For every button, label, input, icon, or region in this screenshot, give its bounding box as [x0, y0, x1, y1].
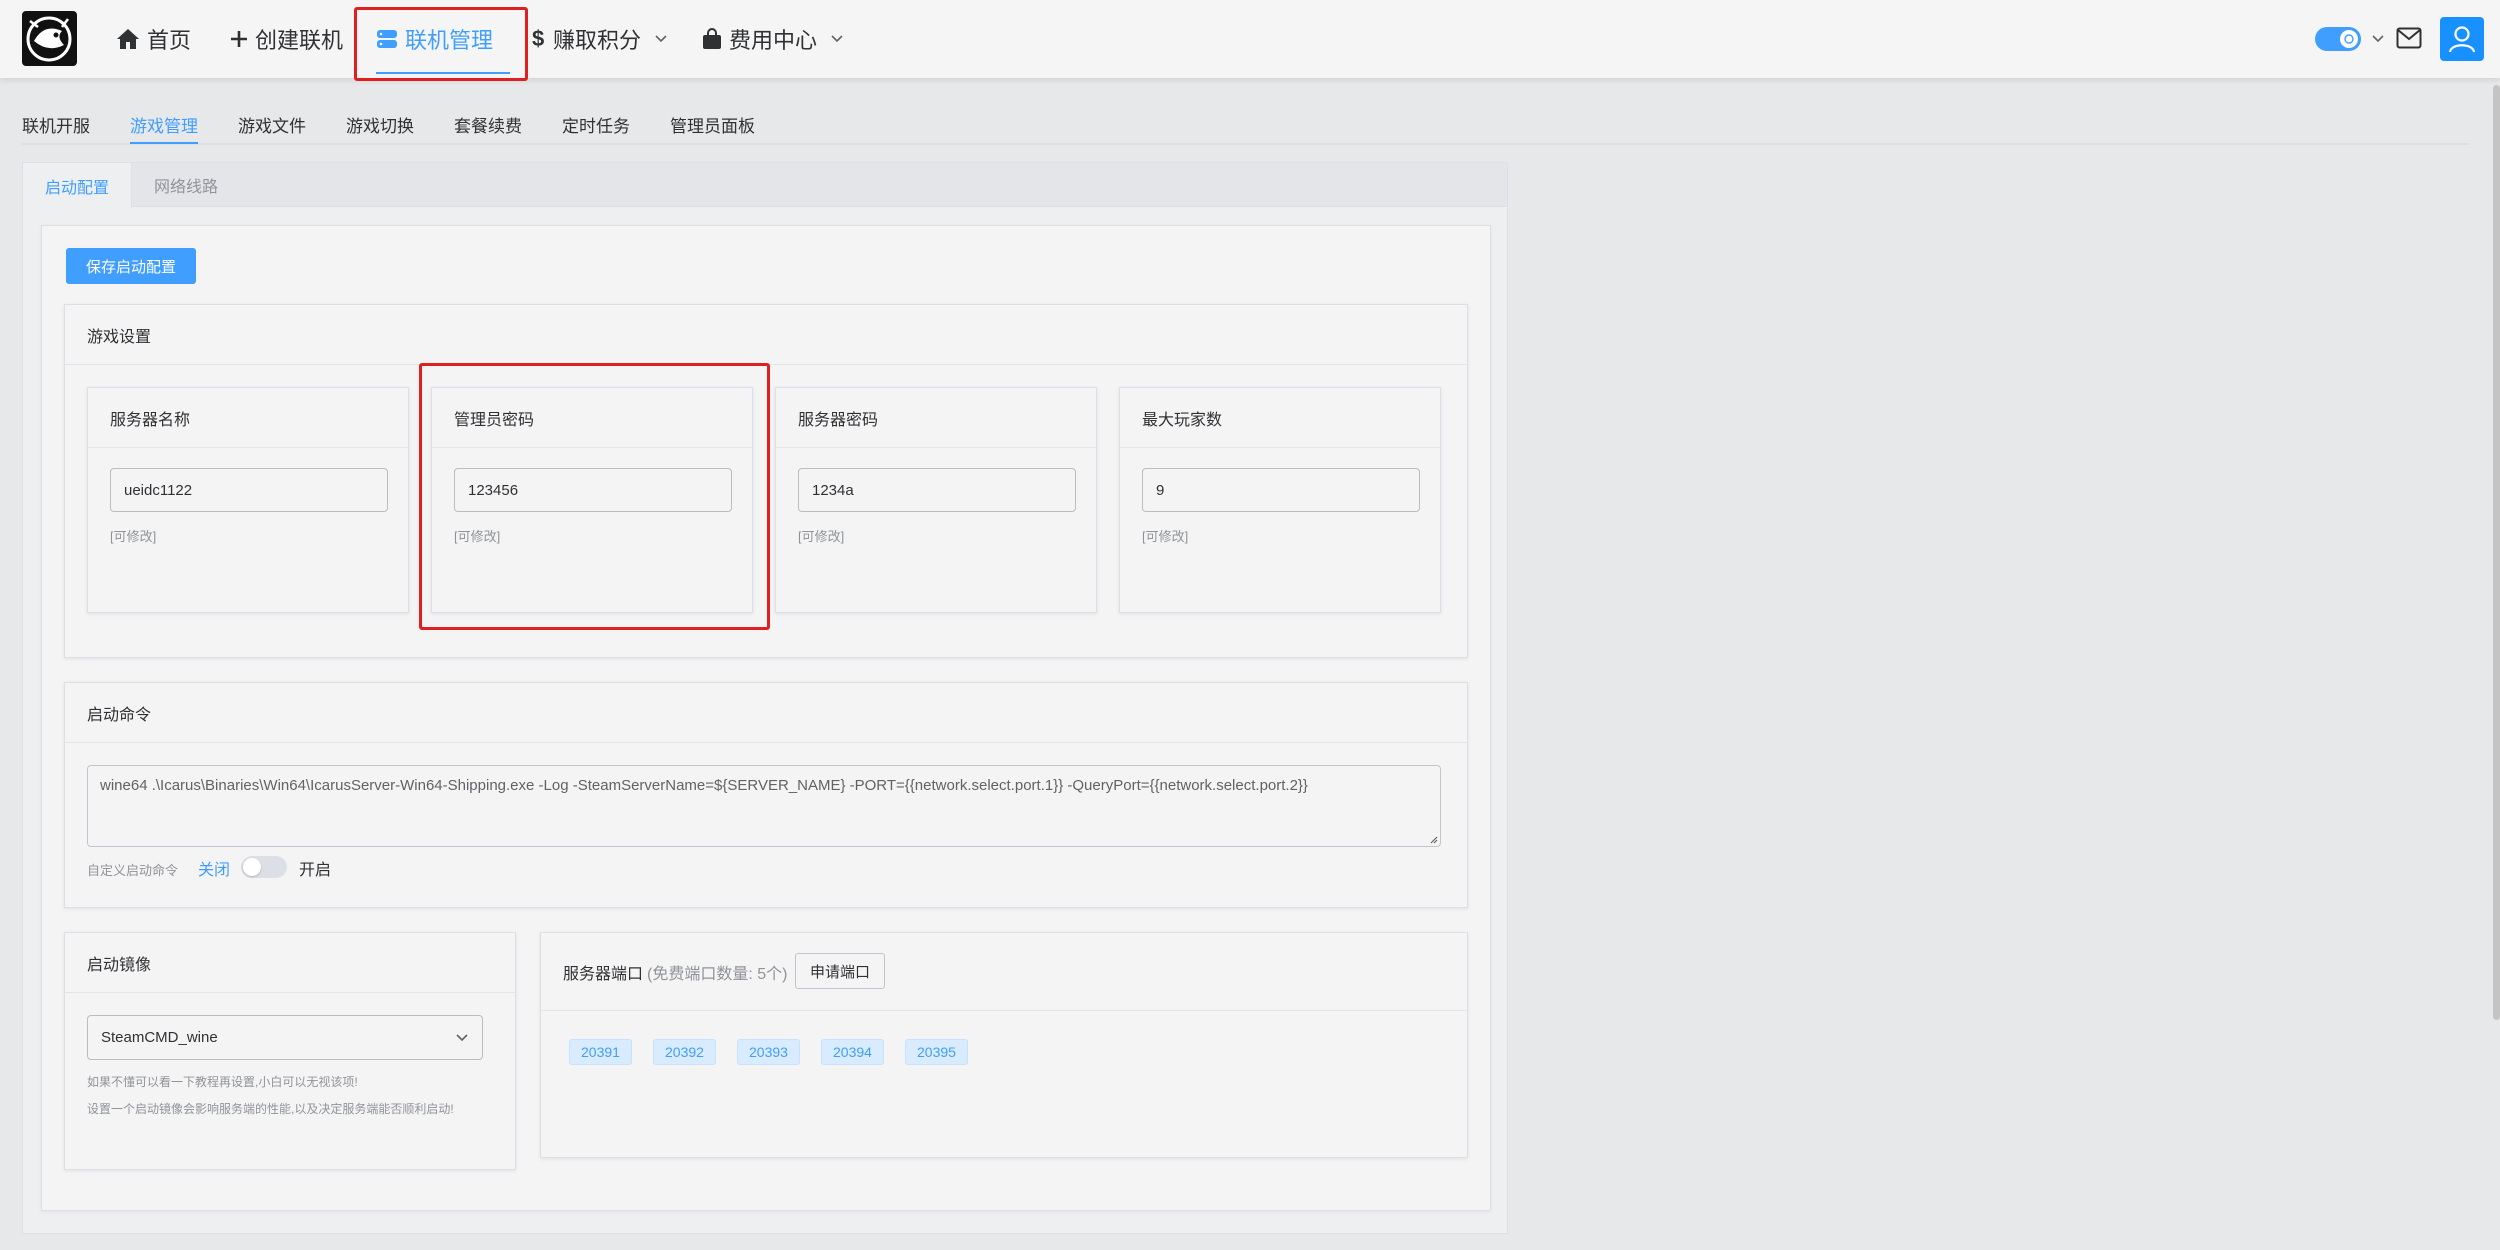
nav-create[interactable]: 创建联机: [230, 0, 343, 78]
server-password-input[interactable]: 1234a: [798, 468, 1076, 512]
card-tabs: 启动配置 网络线路: [23, 163, 1507, 208]
admin-password-label: 管理员密码: [432, 388, 752, 448]
server-name-label: 服务器名称: [88, 388, 408, 448]
max-players-hint: [可修改]: [1142, 529, 1189, 544]
user-avatar-button[interactable]: [2440, 17, 2484, 61]
launch-image-hint-2: 设置一个启动镜像会影响服务端的性能,以及决定服务端能否顺利启动!: [87, 1102, 454, 1116]
nav-home-label: 首页: [147, 28, 192, 53]
custom-command-label: 自定义启动命令: [87, 863, 179, 878]
nav-manage[interactable]: 联机管理: [376, 0, 510, 78]
launch-image-panel: 启动镜像 SteamCMD_wine 如果不懂可以看一下教程再设置,小白可以无视…: [64, 932, 516, 1170]
theme-toggle[interactable]: [2315, 27, 2361, 51]
max-players-card: 最大玩家数 9 [可修改]: [1119, 387, 1441, 613]
server-ports-header: 服务器端口 (免费端口数量: 5个): [541, 933, 1467, 1011]
server-password-hint: [可修改]: [798, 529, 845, 544]
tab-launch-config[interactable]: 启动配置: [23, 163, 132, 208]
mail-icon[interactable]: [2396, 27, 2422, 49]
launch-command-text: wine64 .\Icarus\Binaries\Win64\IcarusSer…: [100, 777, 1308, 794]
nav-create-label: 创建联机: [255, 28, 344, 53]
server-ports-panel: 服务器端口 (免费端口数量: 5个) 申请端口 20391 20392 2039…: [540, 932, 1468, 1158]
chevron-down-icon: [831, 35, 843, 43]
chevron-down-icon: [456, 1034, 468, 1042]
switch-knob: [243, 858, 261, 876]
server-password-card: 服务器密码 1234a [可修改]: [775, 387, 1097, 613]
top-navbar: 首页 创建联机 联机管理 $ 赚取积分 费用中心: [0, 0, 2500, 81]
nav-home[interactable]: 首页: [116, 0, 191, 78]
server-ports-subtitle: (免费端口数量: 5个): [647, 965, 788, 983]
admin-password-card: 管理员密码 123456 [可修改]: [431, 387, 753, 613]
subtab-game-manage[interactable]: 游戏管理: [130, 112, 198, 144]
custom-command-switch[interactable]: [241, 856, 287, 878]
nav-billing-label: 费用中心: [729, 28, 818, 53]
server-name-input[interactable]: ueidc1122: [110, 468, 388, 512]
admin-password-input[interactable]: 123456: [454, 468, 732, 512]
config-card: 启动配置 网络线路 保存启动配置 游戏设置 服务器名称 ueidc1122 [可…: [22, 162, 1508, 1234]
admin-password-hint: [可修改]: [454, 529, 501, 544]
shopping-bag-icon: [703, 28, 721, 49]
toggle-knob: [2340, 30, 2358, 48]
home-icon: [117, 29, 139, 49]
subtab-game-switch[interactable]: 游戏切换: [346, 112, 414, 137]
server-icon: [377, 30, 397, 48]
chevron-down-icon[interactable]: [2372, 35, 2384, 43]
chevron-down-icon: [655, 35, 667, 43]
nav-earn[interactable]: $ 赚取积分: [532, 0, 667, 78]
max-players-input[interactable]: 9: [1142, 468, 1420, 512]
game-settings-panel: 游戏设置 服务器名称 ueidc1122 [可修改] 管理员密码 123456 …: [64, 304, 1468, 658]
game-settings-title: 游戏设置: [65, 305, 1467, 365]
launch-command-title: 启动命令: [65, 683, 1467, 743]
tab-network-route[interactable]: 网络线路: [132, 163, 240, 207]
launch-config-panel: 保存启动配置 游戏设置 服务器名称 ueidc1122 [可修改] 管理员密码 …: [41, 225, 1491, 1211]
max-players-label: 最大玩家数: [1120, 388, 1440, 448]
launch-command-panel: 启动命令 wine64 .\Icarus\Binaries\Win64\Icar…: [64, 682, 1468, 908]
port-tag: 20392: [653, 1039, 716, 1065]
nav-manage-label: 联机管理: [405, 28, 494, 53]
active-underline: [376, 72, 510, 74]
page-scrollbar[interactable]: [2493, 85, 2500, 1020]
sun-icon: [2344, 34, 2354, 44]
sub-tabs: 联机开服 游戏管理 游戏文件 游戏切换 套餐续费 定时任务 管理员面板: [22, 104, 2470, 145]
subtab-scheduled-tasks[interactable]: 定时任务: [562, 112, 630, 137]
subtab-game-files[interactable]: 游戏文件: [238, 112, 306, 137]
subtab-admin-panel[interactable]: 管理员面板: [670, 112, 755, 137]
save-config-button[interactable]: 保存启动配置: [66, 248, 196, 284]
server-password-label: 服务器密码: [776, 388, 1096, 448]
plus-icon: [231, 31, 247, 47]
port-tag: 20395: [905, 1039, 968, 1065]
server-ports-title: 服务器端口: [563, 965, 644, 983]
server-name-hint: [可修改]: [110, 529, 157, 544]
apply-port-button[interactable]: 申请端口: [795, 953, 886, 989]
switch-on-label[interactable]: 开启: [299, 856, 331, 880]
subtab-open-server[interactable]: 联机开服: [22, 112, 90, 137]
nav-earn-label: 赚取积分: [553, 28, 642, 53]
launch-image-selected: SteamCMD_wine: [101, 1029, 218, 1046]
subtab-renew[interactable]: 套餐续费: [454, 112, 522, 137]
port-tag: 20393: [737, 1039, 800, 1065]
user-icon: [2448, 26, 2476, 53]
resize-grip-icon[interactable]: [1428, 834, 1438, 844]
launch-command-textarea[interactable]: wine64 .\Icarus\Binaries\Win64\IcarusSer…: [87, 765, 1441, 847]
nav-billing[interactable]: 费用中心: [702, 0, 843, 78]
launch-image-hint-1: 如果不懂可以看一下教程再设置,小白可以无视该项!: [87, 1075, 358, 1089]
server-name-card: 服务器名称 ueidc1122 [可修改]: [87, 387, 409, 613]
svg-text:$: $: [532, 27, 544, 51]
launch-image-select[interactable]: SteamCMD_wine: [87, 1015, 483, 1060]
launch-image-title: 启动镜像: [65, 933, 515, 993]
dollar-icon: $: [532, 27, 544, 51]
logo[interactable]: [22, 11, 77, 66]
port-tag: 20394: [821, 1039, 884, 1065]
port-tag: 20391: [569, 1039, 632, 1065]
switch-off-label[interactable]: 关闭: [198, 856, 230, 880]
